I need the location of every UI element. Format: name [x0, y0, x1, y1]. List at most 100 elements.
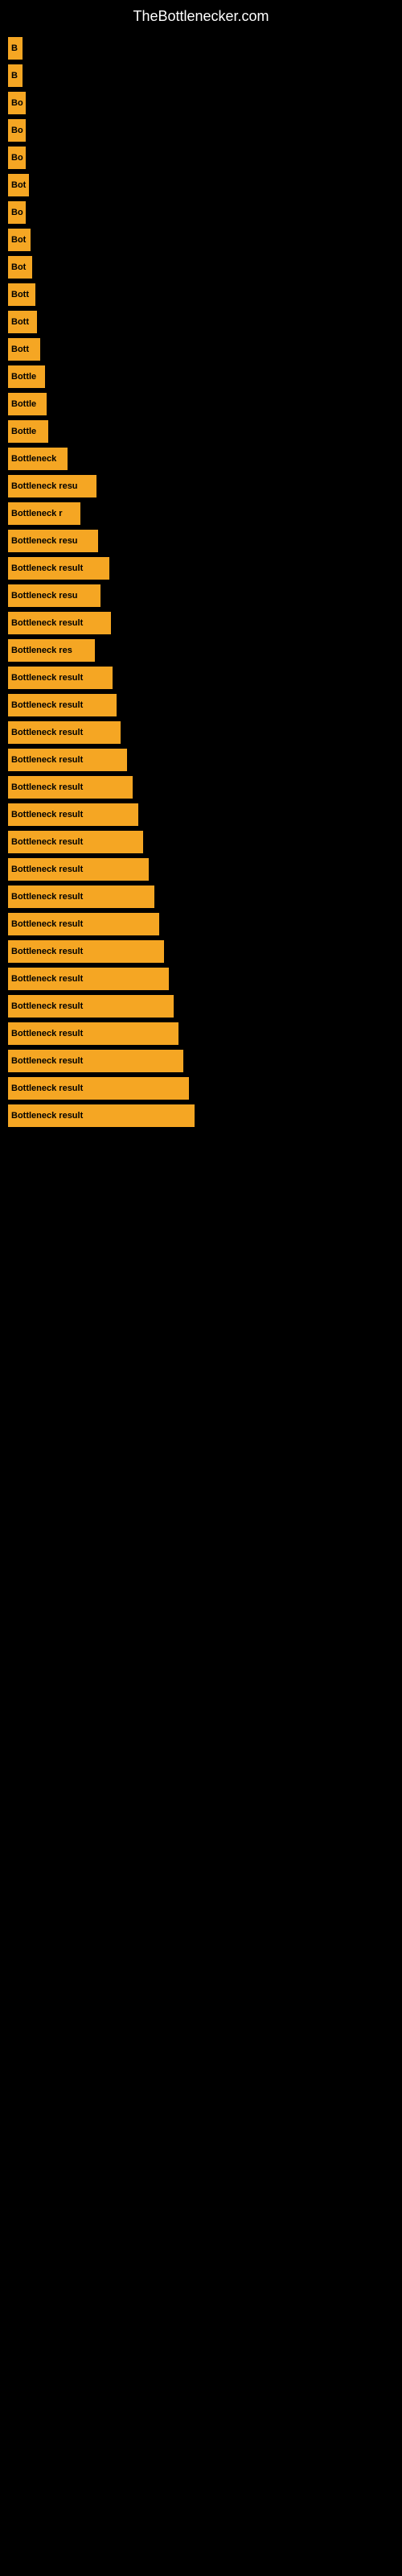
bar-label-1: B	[11, 43, 18, 53]
bar-29: Bottleneck result	[8, 803, 138, 826]
bar-row: Bottleneck result	[8, 1104, 394, 1127]
bar-9: Bot	[8, 256, 32, 279]
bar-32: Bottleneck result	[8, 886, 154, 908]
bar-label-8: Bot	[11, 235, 26, 245]
bar-label-10: Bott	[11, 290, 29, 299]
bar-label-30: Bottleneck result	[11, 837, 83, 847]
bar-21: Bottleneck resu	[8, 584, 100, 607]
bar-row: Bo	[8, 92, 394, 114]
bar-38: Bottleneck result	[8, 1050, 183, 1072]
bar-label-17: Bottleneck resu	[11, 481, 78, 491]
bar-row: Bottleneck result	[8, 803, 394, 826]
bar-row: Bo	[8, 147, 394, 169]
bar-35: Bottleneck result	[8, 968, 169, 990]
bar-row: Bottleneck result	[8, 749, 394, 771]
bar-row: Bottleneck resu	[8, 475, 394, 497]
bar-row: Bottleneck result	[8, 831, 394, 853]
bar-34: Bottleneck result	[8, 940, 164, 963]
bar-label-18: Bottleneck r	[11, 509, 63, 518]
bar-label-4: Bo	[11, 126, 23, 135]
bar-10: Bott	[8, 283, 35, 306]
bar-row: Bottle	[8, 393, 394, 415]
bar-row: Bott	[8, 311, 394, 333]
bar-label-39: Bottleneck result	[11, 1084, 83, 1093]
bar-7: Bo	[8, 201, 26, 224]
bar-label-34: Bottleneck result	[11, 947, 83, 956]
bar-label-22: Bottleneck result	[11, 618, 83, 628]
bar-23: Bottleneck res	[8, 639, 95, 662]
bar-label-11: Bott	[11, 317, 29, 327]
bars-container: B B Bo Bo Bo Bot Bo Bot Bot Bott Bott Bott Bottle Bot…	[0, 29, 402, 1127]
bar-label-26: Bottleneck result	[11, 728, 83, 737]
bar-row: Bottleneck result	[8, 1050, 394, 1072]
bar-row: Bottleneck result	[8, 886, 394, 908]
bar-31: Bottleneck result	[8, 858, 149, 881]
bar-label-37: Bottleneck result	[11, 1029, 83, 1038]
bar-row: Bo	[8, 119, 394, 142]
bar-1: B	[8, 37, 23, 60]
bar-row: Bottleneck result	[8, 557, 394, 580]
bar-label-27: Bottleneck result	[11, 755, 83, 765]
bar-label-38: Bottleneck result	[11, 1056, 83, 1066]
bar-row: Bottleneck	[8, 448, 394, 470]
bar-row: Bott	[8, 283, 394, 306]
bar-18: Bottleneck r	[8, 502, 80, 525]
bar-label-40: Bottleneck result	[11, 1111, 83, 1121]
bar-16: Bottleneck	[8, 448, 68, 470]
bar-39: Bottleneck result	[8, 1077, 189, 1100]
bar-row: B	[8, 37, 394, 60]
bar-row: Bot	[8, 229, 394, 251]
bar-row: Bottleneck resu	[8, 530, 394, 552]
bar-row: Bottle	[8, 365, 394, 388]
bar-row: Bottleneck resu	[8, 584, 394, 607]
bar-30: Bottleneck result	[8, 831, 143, 853]
bar-label-20: Bottleneck result	[11, 564, 83, 573]
bar-14: Bottle	[8, 393, 47, 415]
bar-row: Bottleneck result	[8, 913, 394, 935]
bar-13: Bottle	[8, 365, 45, 388]
bar-36: Bottleneck result	[8, 995, 174, 1018]
bar-22: Bottleneck result	[8, 612, 111, 634]
bar-6: Bot	[8, 174, 29, 196]
bar-label-23: Bottleneck res	[11, 646, 72, 655]
bar-row: Bott	[8, 338, 394, 361]
bar-row: Bottleneck result	[8, 1022, 394, 1045]
bar-row: Bottleneck result	[8, 721, 394, 744]
bar-27: Bottleneck result	[8, 749, 127, 771]
bar-label-24: Bottleneck result	[11, 673, 83, 683]
bar-label-28: Bottleneck result	[11, 782, 83, 792]
bar-label-5: Bo	[11, 153, 23, 163]
bar-label-7: Bo	[11, 208, 23, 217]
bar-row: Bottleneck result	[8, 694, 394, 716]
bar-label-19: Bottleneck resu	[11, 536, 78, 546]
bar-label-3: Bo	[11, 98, 23, 108]
bar-row: Bottleneck result	[8, 968, 394, 990]
bar-row: Bottleneck result	[8, 858, 394, 881]
bar-row: Bottleneck result	[8, 667, 394, 689]
bar-15: Bottle	[8, 420, 48, 443]
bar-label-2: B	[11, 71, 18, 80]
bar-19: Bottleneck resu	[8, 530, 98, 552]
bar-20: Bottleneck result	[8, 557, 109, 580]
bar-label-9: Bot	[11, 262, 26, 272]
bar-26: Bottleneck result	[8, 721, 121, 744]
bar-2: B	[8, 64, 23, 87]
site-title: TheBottlenecker.com	[0, 0, 402, 29]
bar-label-6: Bot	[11, 180, 26, 190]
bar-label-31: Bottleneck result	[11, 865, 83, 874]
bar-25: Bottleneck result	[8, 694, 117, 716]
bar-label-12: Bott	[11, 345, 29, 354]
bar-8: Bot	[8, 229, 31, 251]
bar-33: Bottleneck result	[8, 913, 159, 935]
bar-label-21: Bottleneck resu	[11, 591, 78, 601]
bar-label-16: Bottleneck	[11, 454, 56, 464]
bar-label-29: Bottleneck result	[11, 810, 83, 819]
bar-4: Bo	[8, 119, 26, 142]
bar-37: Bottleneck result	[8, 1022, 178, 1045]
bar-label-14: Bottle	[11, 399, 36, 409]
bar-3: Bo	[8, 92, 26, 114]
bar-17: Bottleneck resu	[8, 475, 96, 497]
bar-28: Bottleneck result	[8, 776, 133, 799]
bar-label-32: Bottleneck result	[11, 892, 83, 902]
bar-label-25: Bottleneck result	[11, 700, 83, 710]
